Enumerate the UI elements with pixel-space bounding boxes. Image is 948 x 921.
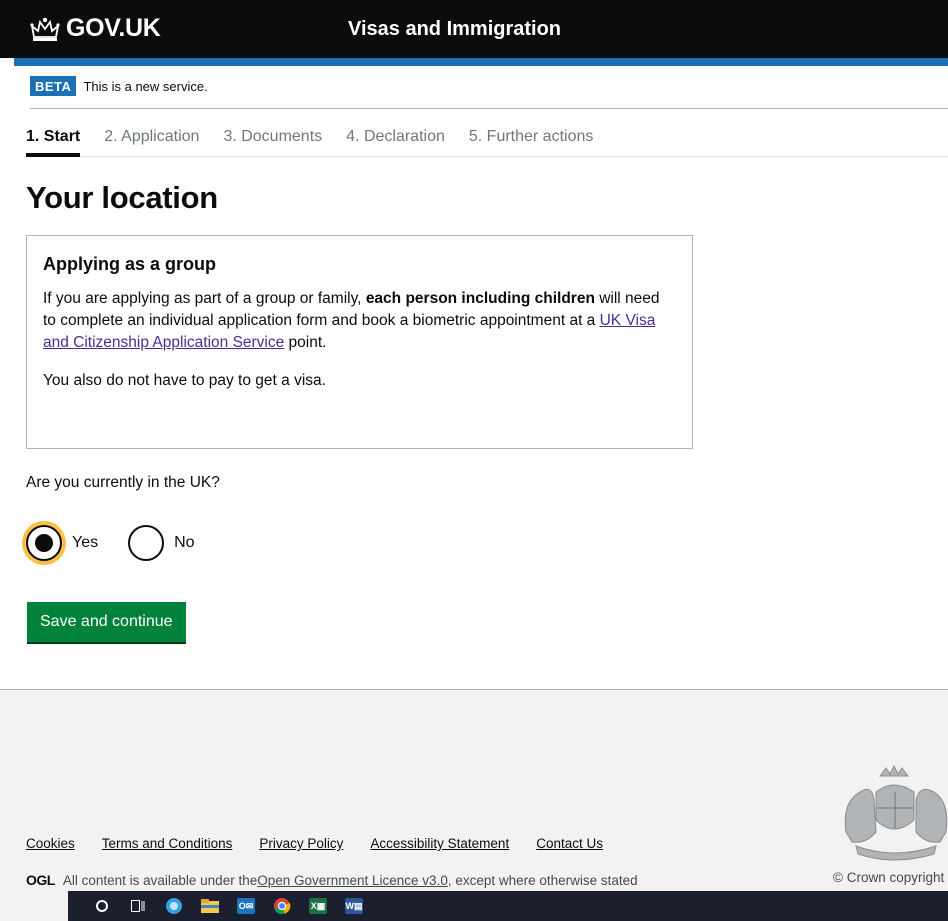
licence-notice: OGL All content is available under the O…: [26, 872, 638, 888]
footer-link-terms[interactable]: Terms and Conditions: [102, 836, 233, 851]
word-icon[interactable]: W▤: [336, 891, 372, 921]
panel-heading: Applying as a group: [43, 254, 217, 274]
radio-no-label[interactable]: No: [174, 534, 194, 552]
footer-link-cookies[interactable]: Cookies: [26, 836, 75, 851]
step-start: 1. Start: [26, 126, 81, 157]
radio-no-control[interactable]: [128, 525, 165, 561]
footer-links: Cookies Terms and Conditions Privacy Pol…: [26, 836, 630, 851]
footer-link-accessibility[interactable]: Accessibility Statement: [370, 836, 509, 851]
windows-taskbar: O✉ X▦ W▤: [68, 891, 948, 921]
step-application: 2. Application: [104, 128, 200, 145]
service-name-link[interactable]: Visas and Immigration: [348, 18, 561, 41]
step-further-actions: 5. Further actions: [468, 128, 594, 145]
save-and-continue-button[interactable]: Save and continue: [27, 602, 186, 642]
file-explorer-icon[interactable]: [192, 891, 228, 921]
task-view-icon[interactable]: [120, 891, 156, 921]
radio-yes-control[interactable]: [26, 525, 62, 561]
page-title: Your location: [26, 180, 218, 215]
phase-banner: BETA This is a new service.: [30, 76, 948, 109]
cortana-search-icon[interactable]: [84, 891, 120, 921]
excel-icon[interactable]: X▦: [300, 891, 336, 921]
panel-paragraph-payment: You also do not have to pay to get a vis…: [43, 372, 326, 389]
radio-no[interactable]: No: [128, 525, 195, 561]
panel-text: If you are applying as part of a group o…: [43, 290, 366, 307]
govuk-logo-link[interactable]: GOV.UK: [30, 14, 161, 43]
radio-yes[interactable]: Yes: [26, 525, 98, 561]
licence-text-after: , except where otherwise stated: [447, 872, 638, 888]
panel-text: point.: [284, 334, 327, 351]
licence-text: All content is available under the: [62, 872, 258, 888]
chrome-icon[interactable]: [264, 891, 300, 921]
logo-text: GOV.UK: [66, 14, 161, 42]
step-navigation: 1. Start 2. Application 3. Documents 4. …: [26, 126, 948, 157]
panel-bold-text: each person including children: [365, 290, 595, 307]
header-accent-bar: [14, 58, 948, 66]
royal-coat-of-arms-icon: [844, 764, 948, 861]
site-header: GOV.UK Visas and Immigration: [0, 0, 948, 58]
location-radio-group: Yes No: [26, 525, 225, 561]
phase-tag: BETA: [30, 76, 77, 96]
crown-copyright-link[interactable]: © Crown copyright: [833, 870, 944, 885]
ogl-logo: OGL: [26, 872, 55, 888]
footer-link-privacy[interactable]: Privacy Policy: [259, 836, 343, 851]
step-documents: 3. Documents: [223, 128, 323, 145]
footer-link-contact[interactable]: Contact Us: [536, 836, 603, 851]
panel-paragraph-group: If you are applying as part of a group o…: [43, 288, 676, 354]
edge-browser-icon[interactable]: [156, 891, 192, 921]
info-panel: Applying as a group If you are applying …: [26, 235, 693, 449]
crown-icon: [30, 17, 60, 41]
radio-selected-dot: [35, 534, 53, 552]
site-footer: Cookies Terms and Conditions Privacy Pol…: [0, 689, 948, 921]
outlook-icon[interactable]: O✉: [228, 891, 264, 921]
phase-text: This is a new service.: [83, 79, 208, 94]
licence-link[interactable]: Open Government Licence v3.0: [257, 873, 448, 888]
step-declaration: 4. Declaration: [346, 128, 445, 145]
radio-yes-label[interactable]: Yes: [72, 534, 98, 552]
question-label: Are you currently in the UK?: [26, 474, 220, 491]
